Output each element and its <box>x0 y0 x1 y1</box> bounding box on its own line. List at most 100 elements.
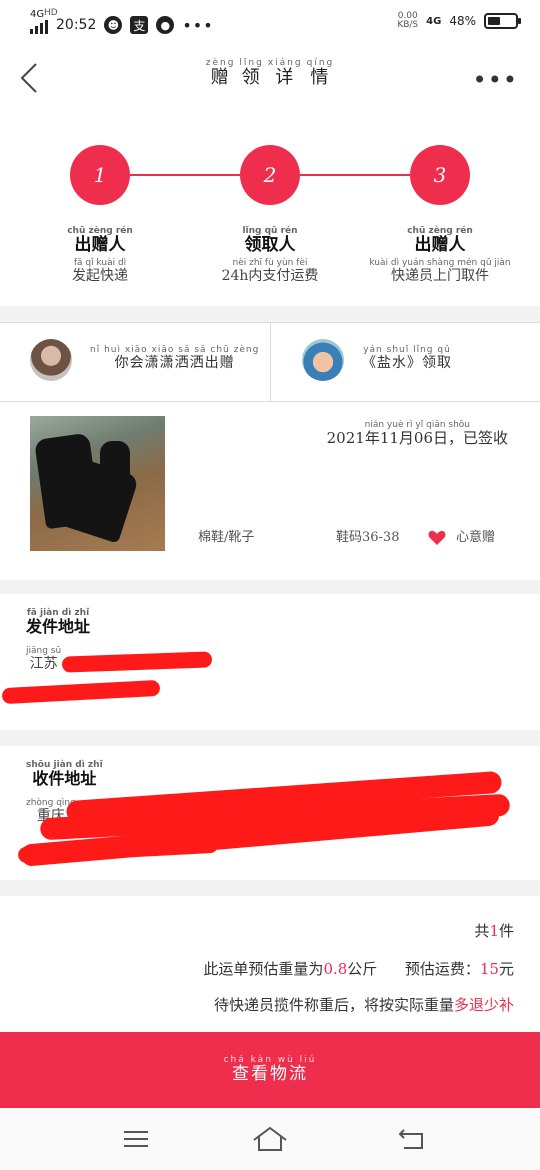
network-speed: 0.00 KB/S <box>397 12 418 30</box>
clock: 20:52 <box>56 17 97 33</box>
view-logistics-button[interactable]: chá kàn wù liú 查看物流 <box>0 1032 540 1108</box>
step-connector <box>300 174 410 176</box>
participants-row: nǐ huì xiāo xiāo sǎ sǎ chū zèng 你会潇潇洒洒出赠 … <box>0 322 540 402</box>
title-char-text: 情 <box>310 67 331 88</box>
receiver-label: 《盐水》领取 <box>362 355 452 371</box>
cta-label: 查看物流 <box>231 1064 308 1085</box>
boot-shape <box>100 441 130 491</box>
step-3-circle: 3 <box>410 145 470 205</box>
heart-icon <box>428 530 446 545</box>
sender-address-line: jiāng sū 江苏 <box>26 646 61 672</box>
step-1-circle: 1 <box>70 145 130 205</box>
signal-icon <box>30 20 48 34</box>
estimate-unit: 公斤 <box>347 960 378 978</box>
item-count-value: 1 <box>489 922 499 940</box>
fee-unit: 元 <box>498 960 514 978</box>
date-text: 2021年11月06日，已签收 <box>326 429 508 447</box>
section-divider <box>0 880 540 896</box>
step-2-sub: nèi zhī fù yùn fèi 24h内支付运费 <box>185 258 355 284</box>
title-char-text: 详 <box>275 67 296 88</box>
sender-line-pinyin: jiāng sū <box>26 646 62 656</box>
step-2-label: lǐng qǔ rén 领取人 <box>195 226 345 256</box>
home-icon[interactable] <box>250 1124 290 1154</box>
sender-address: fā jiàn dì zhǐ 发件地址 jiāng sū 江苏 <box>0 594 540 744</box>
product-size: 鞋码36-38 <box>336 530 400 545</box>
redaction-mark <box>1 679 161 705</box>
step-1-number: 1 <box>93 163 107 187</box>
title-char-text: 领 <box>241 67 262 88</box>
title-char: xiáng 详 <box>268 58 303 89</box>
participants-divider <box>270 323 271 401</box>
back-nav-icon[interactable] <box>392 1124 432 1154</box>
title-char: lǐng 领 <box>239 58 263 89</box>
sender-line-text: 江苏 <box>29 656 58 672</box>
sender-address-title: fā jiàn dì zhǐ 发件地址 <box>26 608 90 636</box>
alipay-icon: 支 <box>130 16 149 34</box>
system-nav-bar <box>0 1108 540 1170</box>
title-char: qíng 情 <box>307 58 335 89</box>
step-1-label-text: 出赠人 <box>74 235 126 255</box>
fee-prefix: 预估运费： <box>404 960 480 978</box>
receiver-pinyin: yán shuǐ lǐng qǔ <box>363 345 451 355</box>
speed-unit: KB/S <box>397 20 419 30</box>
fee-value: 15 <box>479 960 499 978</box>
giver-pinyin: nǐ huì xiāo xiāo sǎ sǎ chū zèng <box>90 345 260 355</box>
item-count: 共1件 <box>474 920 514 941</box>
step-2-sub-pinyin: nèi zhī fù yùn fèi <box>232 258 308 268</box>
step-3-number: 3 <box>433 163 447 187</box>
step-connector <box>130 174 240 176</box>
redaction-mark <box>61 651 213 673</box>
process-steps: 1 2 3 chū zèng rén 出赠人 lǐng qǔ rén 领取人 chū… <box>0 140 540 300</box>
shipping-estimate: 共1件 此运单预估重量为0.8公斤 预估运费：15元 待快递员揽件称重后，将按实… <box>0 896 540 1026</box>
status-bar: HD 4G 20:52 ☻ 支 ● ••• 0.00 KB/S 4G 48% <box>0 0 540 44</box>
gift-label: 心意赠 <box>456 530 496 545</box>
step-1-sub-pinyin: fā qǐ kuài dì <box>73 258 127 268</box>
step-2-sub-text: 24h内支付运费 <box>221 268 319 284</box>
sender-title-text: 发件地址 <box>26 617 91 636</box>
estimate-weight: 0.8 <box>323 960 348 978</box>
refund-note-red: 多退少补 <box>453 996 514 1014</box>
network-label: 4G <box>30 9 45 20</box>
menu-icon[interactable] <box>116 1124 156 1154</box>
section-divider <box>0 306 540 322</box>
battery-fill <box>488 17 501 25</box>
estimate-prefix: 此运单预估重量为 <box>203 960 324 978</box>
item-count-prefix: 共 <box>474 922 490 940</box>
page-title: zèng 赠 lǐng 领 xiáng 详 qíng 情 <box>0 58 540 89</box>
receiver-title-text: 收件地址 <box>32 769 97 788</box>
receiver-address-title: shōu jiàn dì zhǐ 收件地址 <box>26 760 103 788</box>
battery-percent: 48% <box>449 14 476 28</box>
network-indicator: HD 4G <box>30 9 58 38</box>
estimate-line: 此运单预估重量为0.8公斤 预估运费：15元 <box>203 958 514 979</box>
header: zèng 赠 lǐng 领 xiáng 详 qíng 情 ••• <box>0 48 540 108</box>
more-notifications-icon: ••• <box>182 15 214 35</box>
more-options-icon[interactable]: ••• <box>473 66 518 94</box>
receiver-avatar[interactable] <box>302 339 344 381</box>
step-2-number: 2 <box>263 163 277 187</box>
product-delivery-date: nián yuè rì yǐ qiān shōu 2021年11月06日，已签收 <box>327 420 508 447</box>
product-category: 棉鞋/靴子 <box>198 530 255 545</box>
step-2-circle: 2 <box>240 145 300 205</box>
title-char-text: 赠 <box>210 67 231 88</box>
chat-bubble-icon: ● <box>156 16 175 34</box>
page-title-text: zèng 赠 lǐng 领 xiáng 详 qíng 情 <box>204 58 337 89</box>
giver-text: nǐ huì xiāo xiāo sǎ sǎ chū zèng 你会潇潇洒洒出赠 <box>90 345 259 371</box>
section-divider <box>0 580 540 594</box>
item-count-suffix: 件 <box>498 922 514 940</box>
section-divider <box>0 730 540 746</box>
step-3-sub-text: 快递员上门取件 <box>390 268 489 284</box>
receiver-address: shōu jiàn dì zhǐ 收件地址 zhòng qìng 重庆 <box>0 746 540 880</box>
network-type-label: 4G <box>426 15 442 27</box>
product-card[interactable]: nián yuè rì yǐ qiān shōu 2021年11月06日，已签收 … <box>0 402 540 580</box>
alien-app-icon: ☻ <box>104 16 123 34</box>
giver-label: 你会潇潇洒洒出赠 <box>114 355 235 371</box>
step-3-label: chū zèng rén 出赠人 <box>365 226 515 256</box>
step-1-sub: fā qǐ kuài dì 发起快递 <box>15 258 185 284</box>
step-1-sub-text: 发起快递 <box>72 268 128 284</box>
refund-note: 待快递员揽件称重后，将按实际重量多退少补 <box>214 994 514 1015</box>
step-1-label: chū zèng rén 出赠人 <box>25 226 175 256</box>
battery-icon <box>484 13 521 29</box>
step-2-label-text: 领取人 <box>244 235 296 255</box>
product-image[interactable] <box>30 416 165 551</box>
giver-avatar[interactable] <box>30 339 72 381</box>
